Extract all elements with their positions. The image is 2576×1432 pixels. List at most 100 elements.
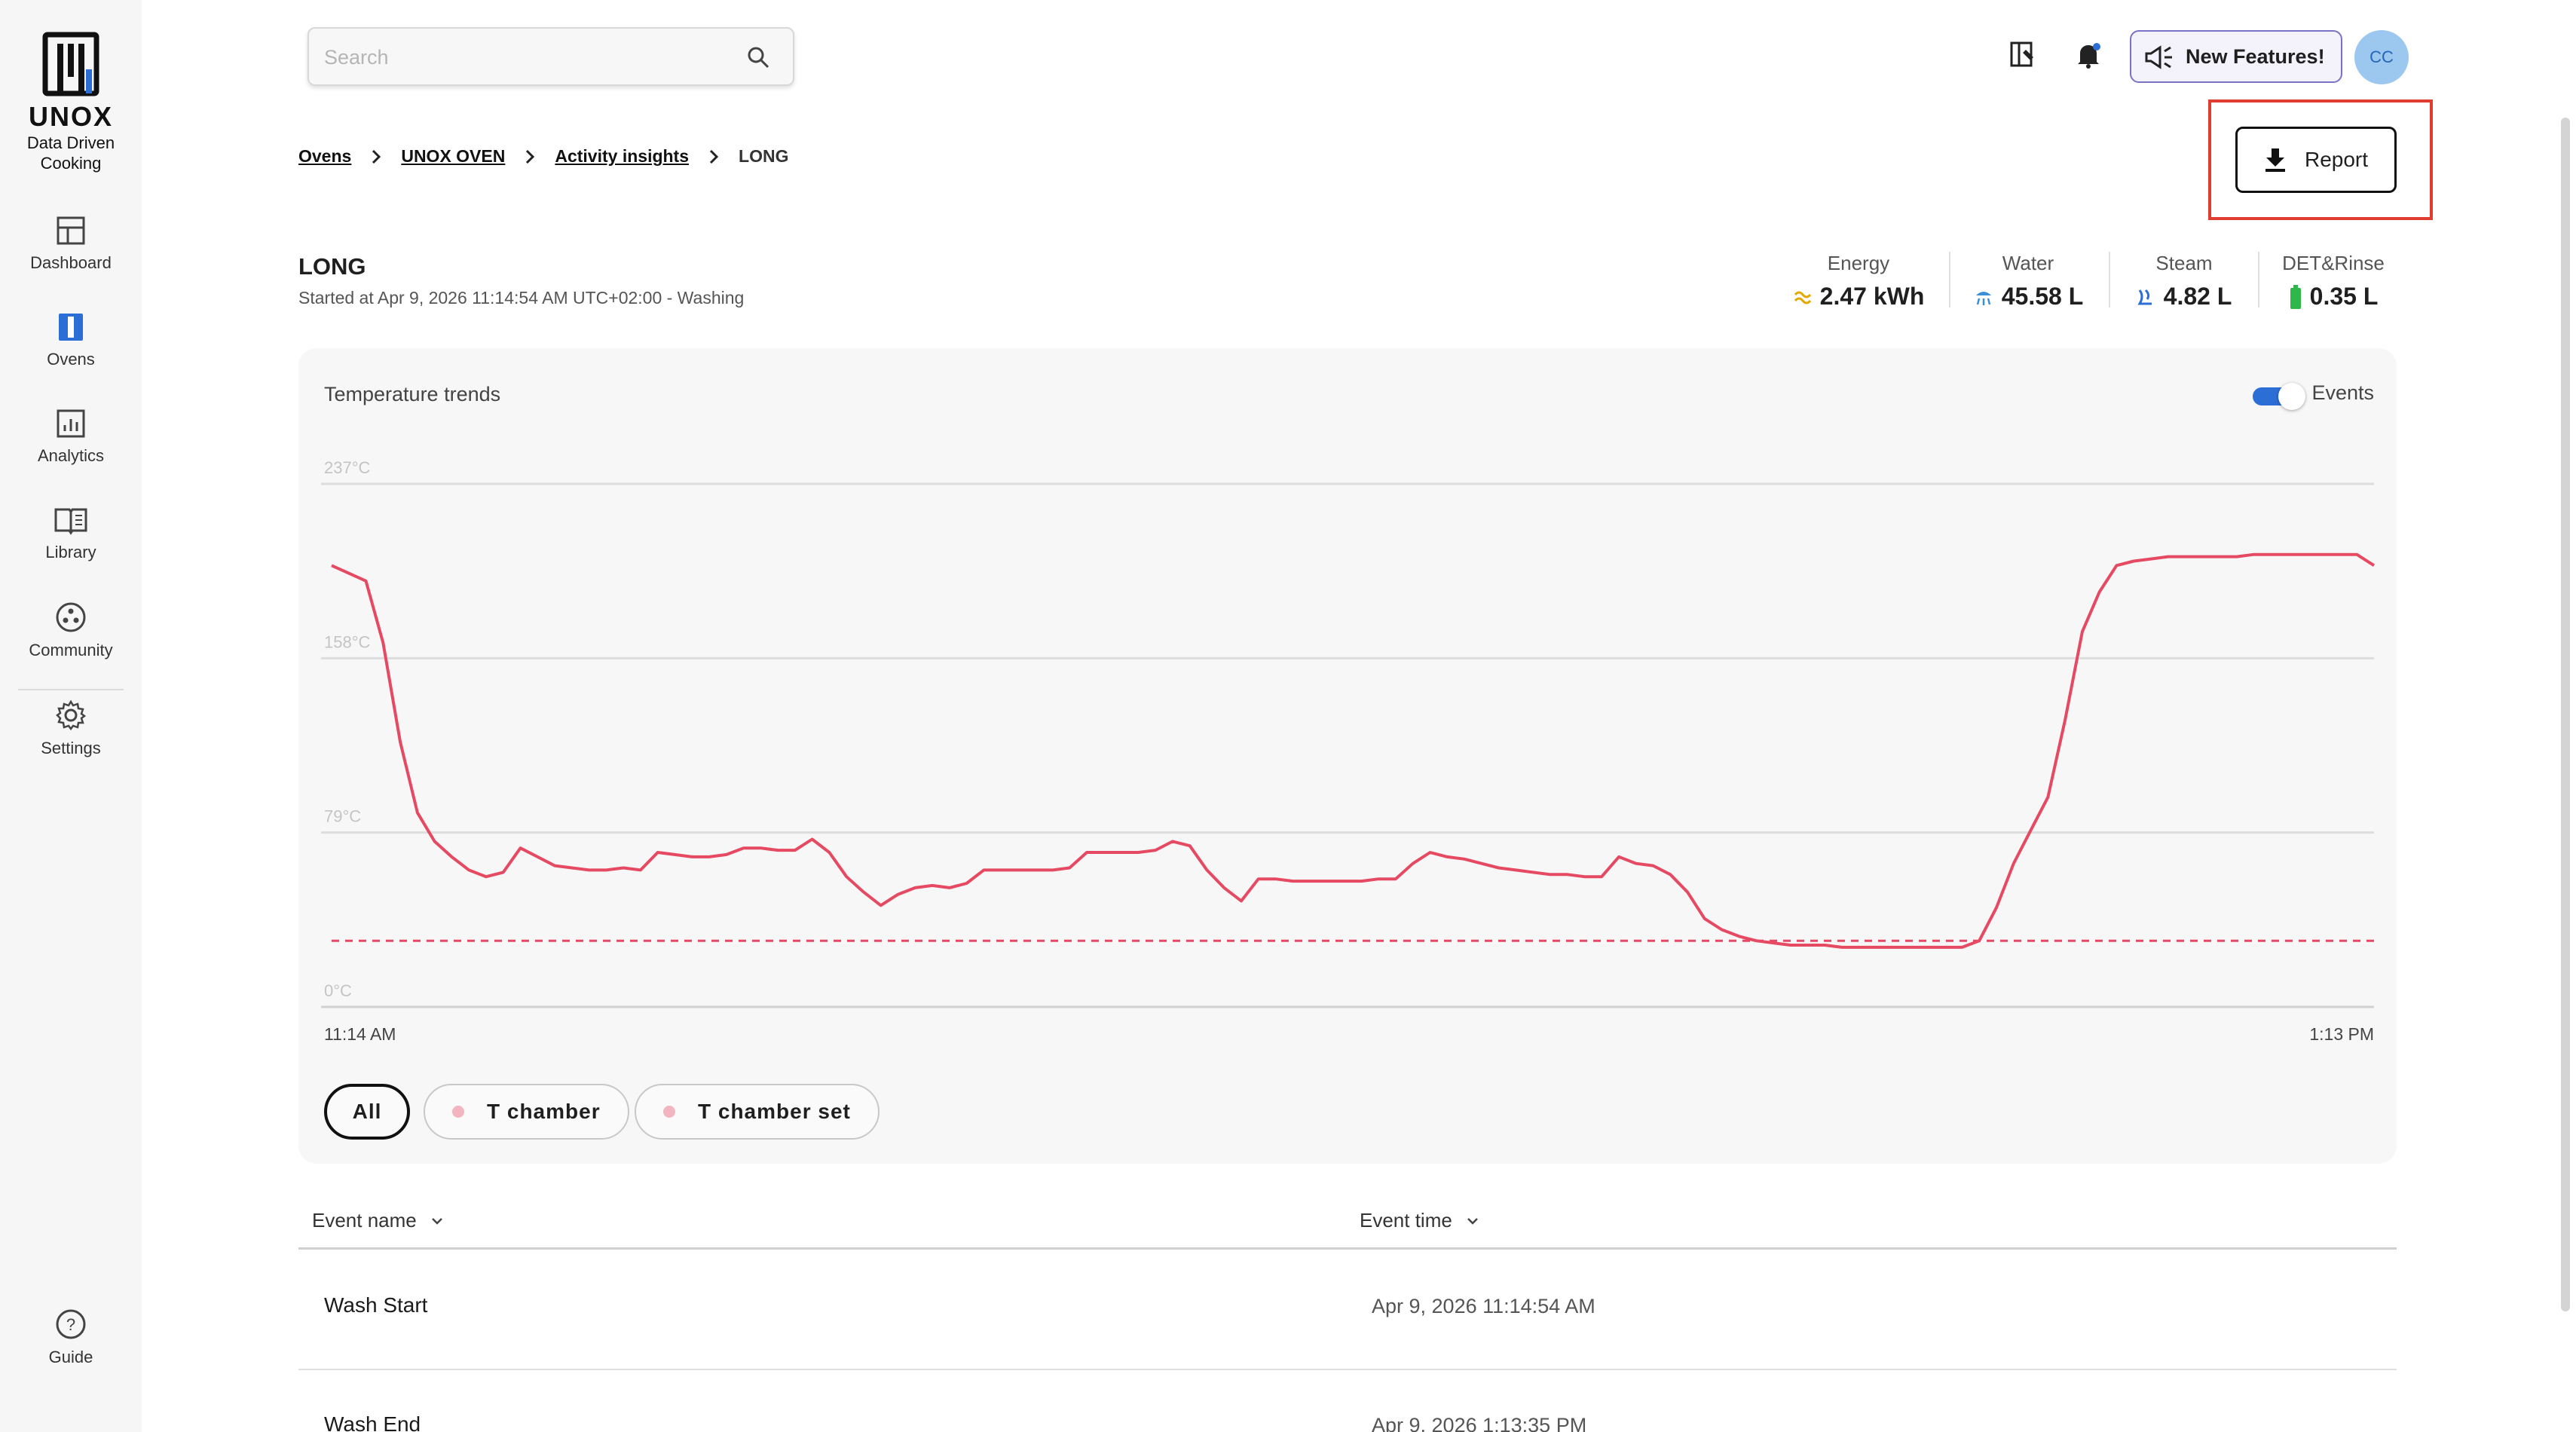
breadcrumb: Ovens UNOX OVEN Activity insights LONG (298, 146, 788, 167)
gear-icon (56, 699, 87, 731)
help-icon: ? (56, 1309, 86, 1339)
sidebar-item-community[interactable]: Community (0, 601, 142, 660)
stat-value: 45.58 L (2001, 283, 2084, 310)
brand-name: UNOX (28, 101, 113, 132)
y-tick-label: 158°C (324, 632, 371, 651)
stat-steam: Steam 4.82 L (2124, 252, 2244, 311)
search-icon[interactable] (746, 45, 770, 69)
filter-all[interactable]: All (324, 1084, 410, 1140)
dashboard-icon (57, 216, 85, 245)
energy-icon (1794, 291, 1811, 304)
column-label: Event time (1360, 1209, 1452, 1232)
chart-title: Temperature trends (324, 383, 501, 405)
chevron-down-icon (431, 1217, 442, 1225)
series-dot-icon (663, 1106, 675, 1118)
search-input[interactable] (324, 42, 731, 72)
new-features-label: New Features! (2186, 44, 2325, 68)
report-label: Report (2304, 148, 2369, 171)
sidebar-item-analytics[interactable]: Analytics (0, 408, 142, 466)
stat-divider (1949, 252, 1950, 308)
series-dot-icon (452, 1106, 464, 1118)
oven-icon (59, 314, 83, 341)
page-scrollbar[interactable] (2561, 118, 2570, 1311)
sidebar-item-label: Analytics (37, 446, 105, 465)
column-event-name[interactable]: Event name (312, 1209, 444, 1232)
svg-text:?: ? (66, 1315, 75, 1334)
breadcrumb-current: LONG (739, 146, 789, 166)
chevron-down-icon (1467, 1217, 1478, 1225)
column-label: Event name (312, 1209, 417, 1232)
event-name: Wash Start (324, 1293, 428, 1317)
stat-value: 4.82 L (2163, 283, 2232, 310)
sidebar-item-library[interactable]: Library (0, 505, 142, 562)
stat-label: Steam (2155, 252, 2213, 274)
sidebar-item-label: Library (45, 543, 96, 561)
unox-logo[interactable]: UNOX Data Driven Cooking (0, 32, 142, 173)
sidebar: UNOX Data Driven Cooking Dashboard Ovens… (0, 0, 142, 1432)
breadcrumb-activity-insights[interactable]: Activity insights (555, 146, 689, 167)
analytics-icon (57, 409, 85, 438)
battery-icon (2290, 284, 2301, 309)
chevron-right-icon (372, 149, 381, 164)
series-line-t-chamber[interactable] (331, 552, 2376, 949)
stat-label: Water (2002, 252, 2054, 274)
catalog-icon[interactable] (2009, 41, 2038, 68)
table-row[interactable]: Wash Start Apr 9, 2026 11:14:54 AM (298, 1250, 2397, 1370)
stat-divider (2109, 252, 2110, 308)
bell-icon[interactable] (2074, 41, 2103, 69)
sidebar-divider (18, 689, 124, 690)
sidebar-item-settings[interactable]: Settings (0, 699, 142, 758)
temperature-chart-card: 237°C 158°C 79°C 0°C 11:14 AM 1:13 PM Tempera… (298, 348, 2397, 1164)
stat-value: 2.47 kWh (1819, 283, 1925, 310)
search-box[interactable] (307, 27, 794, 86)
filter-label: All (352, 1100, 382, 1123)
y-tick-label: 237°C (324, 458, 371, 477)
brand-tagline-2: Cooking (40, 154, 102, 173)
sidebar-item-label: Settings (41, 739, 101, 757)
sidebar-item-ovens[interactable]: Ovens (0, 312, 142, 369)
breadcrumb-ovens[interactable]: Ovens (298, 146, 351, 167)
events-switch[interactable] (2253, 382, 2306, 410)
filter-t-chamber[interactable]: T chamber (424, 1084, 629, 1140)
sidebar-item-label: Community (29, 641, 113, 659)
events-label: Events (2311, 381, 2374, 404)
sidebar-item-label: Guide (48, 1348, 93, 1366)
chevron-right-icon (526, 149, 535, 164)
brand-tagline-1: Data Driven (26, 133, 115, 152)
y-tick-label: 0°C (324, 981, 352, 1000)
breadcrumb-unox-oven[interactable]: UNOX OVEN (401, 146, 505, 167)
stat-value: 0.35 L (2309, 283, 2379, 310)
report-button[interactable]: Report (2235, 127, 2397, 193)
chevron-right-icon (709, 149, 719, 164)
stat-water: Water 45.58 L (1964, 252, 2092, 311)
events-toggle[interactable]: Events (2253, 381, 2374, 410)
unox-logo-icon (42, 32, 99, 96)
event-time: Apr 9, 2026 11:14:54 AM (1372, 1295, 1595, 1317)
sidebar-item-label: Dashboard (30, 253, 112, 272)
sidebar-item-guide[interactable]: ? Guide (0, 1308, 142, 1367)
steam-icon (2137, 289, 2152, 304)
user-avatar[interactable]: CC (2354, 30, 2409, 84)
stat-energy: Energy 2.47 kWh (1791, 252, 1926, 311)
book-icon (54, 508, 87, 535)
community-icon (56, 602, 86, 632)
filter-label: T chamber set (698, 1100, 851, 1123)
table-row[interactable]: Wash End Apr 9, 2026 1:13:35 PM (298, 1370, 2397, 1432)
stat-det-rinse: DET&Rinse 0.35 L (2273, 252, 2394, 311)
event-name: Wash End (324, 1412, 421, 1432)
filter-t-chamber-set[interactable]: T chamber set (635, 1084, 880, 1140)
column-event-time[interactable]: Event time (1360, 1209, 1479, 1232)
events-table-header: Event name Event time (298, 1203, 2397, 1250)
stat-divider (2258, 252, 2259, 308)
page-title: LONG (298, 253, 366, 280)
filter-label: T chamber (487, 1100, 601, 1123)
x-tick-label: 11:14 AM (324, 1024, 396, 1044)
x-tick-label: 1:13 PM (2309, 1024, 2374, 1044)
switch-knob (2278, 382, 2306, 410)
event-time: Apr 9, 2026 1:13:35 PM (1372, 1414, 1587, 1432)
new-features-button[interactable]: New Features! (2130, 30, 2342, 83)
sidebar-item-label: Ovens (47, 350, 95, 369)
shower-icon (1975, 291, 1991, 305)
y-tick-label: 79°C (324, 807, 361, 826)
sidebar-item-dashboard[interactable]: Dashboard (0, 216, 142, 273)
